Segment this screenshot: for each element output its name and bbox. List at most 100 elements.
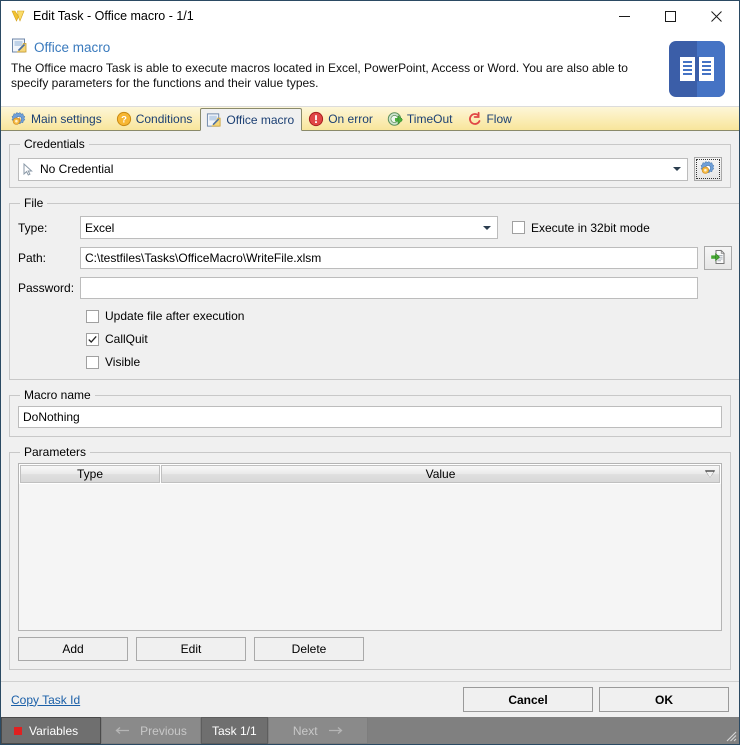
tab-on-error[interactable]: On error <box>302 107 381 130</box>
path-label: Path: <box>18 251 47 265</box>
task-description: The Office macro Task is able to execute… <box>11 61 628 90</box>
parameters-grid-header: Type Value <box>19 464 721 484</box>
arrow-right-icon <box>328 724 343 738</box>
tab-label: On error <box>328 112 373 126</box>
delete-parameter-button[interactable]: Delete <box>254 637 364 661</box>
checkbox-label: Visible <box>105 355 141 369</box>
parameters-group: Parameters Type Value Add Edit Delete <box>9 445 731 670</box>
type-label: Type: <box>18 220 48 235</box>
execute-32bit-checkbox[interactable]: Execute in 32bit mode <box>512 221 650 235</box>
header-title-row: Office macro <box>11 37 729 57</box>
cursor-arrow-icon <box>23 162 34 176</box>
path-input[interactable]: C:\testfiles\Tasks\OfficeMacro\WriteFile… <box>80 247 698 269</box>
window-title: Edit Task - Office macro - 1/1 <box>33 9 194 23</box>
cancel-button[interactable]: Cancel <box>463 687 593 712</box>
credential-value: No Credential <box>40 162 114 176</box>
execute-32bit-label: Execute in 32bit mode <box>531 220 650 235</box>
copy-task-id-link[interactable]: Copy Task Id <box>11 693 80 707</box>
tab-timeout[interactable]: TimeOut <box>381 107 461 130</box>
visible-checkbox[interactable]: Visible <box>86 355 732 369</box>
credentials-group: Credentials No Credential <box>9 137 731 188</box>
variables-label: Variables <box>29 723 79 738</box>
tab-flow[interactable]: Flow <box>460 107 519 130</box>
manage-credentials-button[interactable] <box>694 157 722 181</box>
macro-name-input[interactable]: DoNothing <box>18 406 722 428</box>
callquit-checkbox[interactable]: CallQuit <box>86 332 732 346</box>
edit-task-window: Edit Task - Office macro - 1/1 Office ma… <box>0 0 740 745</box>
minimize-button[interactable] <box>601 1 647 31</box>
task-counter-label: Task 1/1 <box>212 723 257 738</box>
checkbox-label: CallQuit <box>105 332 148 346</box>
credentials-legend: Credentials <box>24 137 85 151</box>
checkbox-label: Update file after execution <box>105 309 245 323</box>
flow-icon <box>466 111 482 127</box>
tab-office-macro[interactable]: Office macro <box>200 108 303 131</box>
status-bar: Variables Previous Task 1/1 Next <box>1 717 739 744</box>
page-title: Office macro <box>34 39 111 55</box>
tab-label: Main settings <box>31 112 102 126</box>
file-type-select[interactable]: Excel <box>80 216 498 239</box>
file-type-value: Excel <box>85 220 115 235</box>
maximize-button[interactable] <box>647 1 693 31</box>
chevron-down-icon[interactable] <box>669 159 685 180</box>
dialog-footer: Copy Task Id Cancel OK <box>1 681 739 717</box>
tab-label: Conditions <box>135 112 193 126</box>
checkbox-box <box>86 309 99 323</box>
add-parameter-button[interactable]: Add <box>18 637 128 661</box>
resize-grip[interactable] <box>723 728 737 742</box>
error-icon <box>308 111 324 127</box>
credential-select[interactable]: No Credential <box>18 157 688 181</box>
tab-label: Office macro <box>226 112 295 127</box>
office-macro-icon <box>11 37 28 57</box>
chevron-down-icon[interactable] <box>479 217 495 238</box>
macro-name-value: DoNothing <box>23 410 80 424</box>
arrow-left-icon <box>115 724 130 738</box>
parameters-grid[interactable]: Type Value <box>18 463 722 631</box>
book-document-icon <box>667 39 727 99</box>
edit-parameter-button[interactable]: Edit <box>136 637 246 661</box>
macro-name-group: Macro name DoNothing <box>9 388 731 437</box>
macro-name-legend: Macro name <box>24 388 91 402</box>
browse-path-button[interactable] <box>704 246 732 270</box>
tab-main-settings[interactable]: Main settings <box>5 107 110 130</box>
file-group: File Type: Excel Execute in 32bit mode P… <box>9 196 739 380</box>
checkbox-box <box>86 332 99 346</box>
tab-conditions[interactable]: ? Conditions <box>110 107 201 130</box>
gear-icon <box>11 111 27 127</box>
variables-button[interactable]: Variables <box>1 717 101 744</box>
column-header-type[interactable]: Type <box>20 465 160 483</box>
password-label: Password: <box>18 281 75 295</box>
password-input[interactable] <box>80 277 698 299</box>
filter-icon[interactable] <box>705 470 715 478</box>
column-header-label: Type <box>76 467 103 481</box>
previous-button[interactable]: Previous <box>101 717 201 744</box>
update-file-after-execution-checkbox[interactable]: Update file after execution <box>86 309 732 323</box>
app-v-logo-icon <box>10 8 26 24</box>
svg-text:?: ? <box>121 115 127 126</box>
close-button[interactable] <box>693 1 739 31</box>
column-header-value[interactable]: Value <box>161 465 720 483</box>
title-bar: Edit Task - Office macro - 1/1 <box>1 1 739 31</box>
office-macro-icon <box>206 112 222 128</box>
tab-label: Flow <box>486 112 512 126</box>
parameters-legend: Parameters <box>24 445 87 459</box>
parameters-grid-body[interactable] <box>19 484 721 630</box>
tab-label: TimeOut <box>406 112 453 126</box>
gear-settings-icon <box>700 160 716 179</box>
previous-label: Previous <box>140 723 187 738</box>
tab-content-office-macro: Credentials No Credential File Type: Exc… <box>1 131 739 681</box>
checkbox-box <box>86 355 99 369</box>
task-header: Office macro The Office macro Task is ab… <box>1 31 739 107</box>
next-button[interactable]: Next <box>267 717 368 744</box>
tab-strip: Main settings ? Conditions Office macro … <box>1 107 739 131</box>
column-header-label: Value <box>425 467 456 481</box>
open-file-icon <box>710 249 726 268</box>
ok-button[interactable]: OK <box>599 687 729 712</box>
window-controls <box>601 1 739 31</box>
path-value: C:\testfiles\Tasks\OfficeMacro\WriteFile… <box>85 251 322 265</box>
checkbox-box <box>512 221 525 234</box>
next-label: Next <box>292 723 318 738</box>
file-legend: File <box>24 196 44 210</box>
parameters-buttons: Add Edit Delete <box>18 637 722 661</box>
check-icon <box>88 335 97 343</box>
